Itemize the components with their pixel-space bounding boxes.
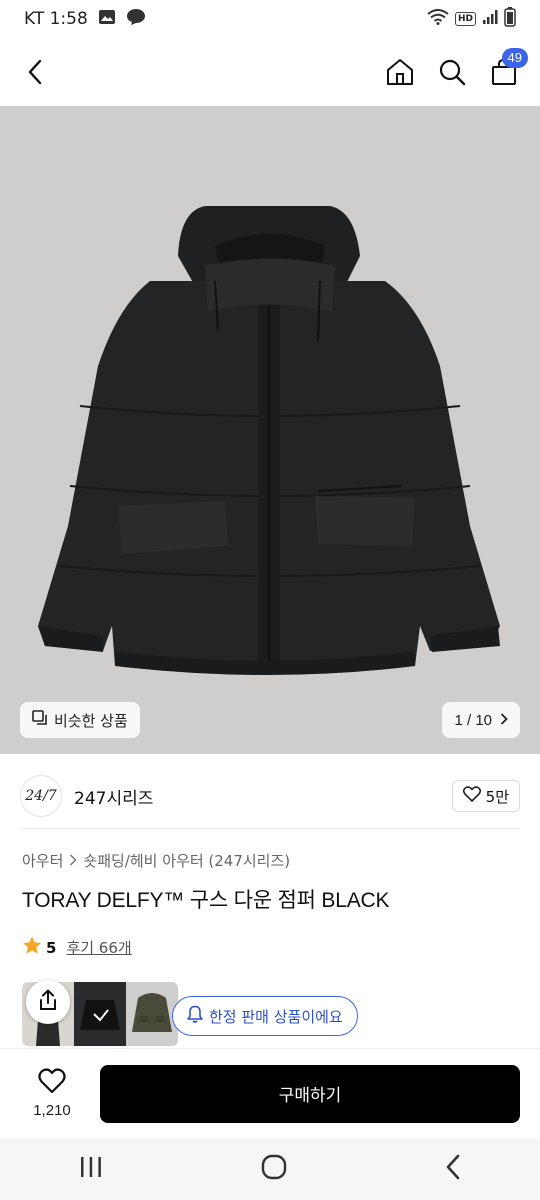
cart-count-badge: 49	[501, 48, 528, 68]
breadcrumb-subcategory[interactable]: 숏패딩/헤비 아우터 (247시리즈)	[83, 850, 290, 871]
heart-outline-icon	[38, 1068, 66, 1098]
battery-icon	[504, 6, 516, 32]
divider	[20, 828, 520, 829]
chevron-right-icon	[69, 852, 77, 870]
breadcrumb-category[interactable]: 아우터	[22, 850, 63, 871]
brand-logo[interactable]: 24/7	[20, 775, 62, 817]
cart-icon[interactable]: 49	[488, 48, 528, 88]
share-icon	[38, 989, 58, 1015]
star-icon	[22, 936, 42, 959]
product-title: TORAY DELFY™ 구스 다운 점퍼 BLACK	[22, 889, 390, 912]
page-indicator-text: 1 / 10	[454, 711, 492, 729]
similar-products-icon	[32, 710, 48, 730]
carrier-time: KT 1:58	[24, 9, 88, 29]
image-page-indicator[interactable]: 1 / 10	[442, 702, 520, 738]
heart-outline-icon	[462, 786, 481, 806]
chat-bubble-icon	[126, 8, 146, 31]
brand-name[interactable]: 247시리즈	[74, 784, 153, 809]
share-button[interactable]	[26, 980, 70, 1024]
color-option-khaki[interactable]	[126, 982, 178, 1046]
similar-products-button[interactable]: 비슷한 상품	[20, 702, 140, 738]
wishlist-button[interactable]: 1,210	[20, 1068, 84, 1119]
limited-sale-badge: 한정 판매 상품이에요	[172, 996, 358, 1036]
rating-value: 5	[46, 938, 57, 957]
search-icon[interactable]	[436, 56, 468, 88]
brand-like-button[interactable]: 5만	[451, 780, 520, 812]
wishlist-count: 1,210	[33, 1102, 71, 1119]
limited-sale-label: 한정 판매 상품이에요	[209, 1007, 343, 1026]
brand-row[interactable]: 24/7 247시리즈 5만	[0, 764, 540, 828]
gallery-icon	[98, 9, 116, 30]
android-nav-bar	[0, 1138, 540, 1200]
back-arrow-icon[interactable]	[20, 56, 52, 88]
recent-apps-icon[interactable]	[78, 1155, 104, 1183]
buy-button[interactable]: 구매하기	[100, 1064, 520, 1123]
signal-icon	[482, 9, 498, 30]
similar-products-label: 비슷한 상품	[54, 711, 128, 730]
home-circle-icon[interactable]	[260, 1153, 288, 1185]
status-bar: KT 1:58 HD	[0, 0, 540, 38]
hd-badge: HD	[454, 12, 476, 26]
review-link[interactable]: 후기 66개	[66, 937, 131, 958]
back-chevron-icon[interactable]	[444, 1154, 462, 1184]
breadcrumb: 아우터 숏패딩/헤비 아우터 (247시리즈)	[22, 850, 290, 871]
bell-icon	[187, 1005, 203, 1027]
wifi-icon	[427, 8, 449, 30]
rating-row: 5 후기 66개	[22, 936, 132, 959]
chevron-right-icon	[500, 712, 508, 729]
top-nav: 49	[0, 38, 540, 106]
product-image-carousel[interactable]: 비슷한 상품 1 / 10	[0, 106, 540, 754]
purchase-action-bar: 1,210 구매하기	[0, 1048, 540, 1138]
home-icon[interactable]	[384, 56, 416, 88]
color-option-black-selected[interactable]	[74, 982, 126, 1046]
jacket-image	[38, 206, 500, 675]
brand-like-count: 5만	[485, 787, 509, 806]
